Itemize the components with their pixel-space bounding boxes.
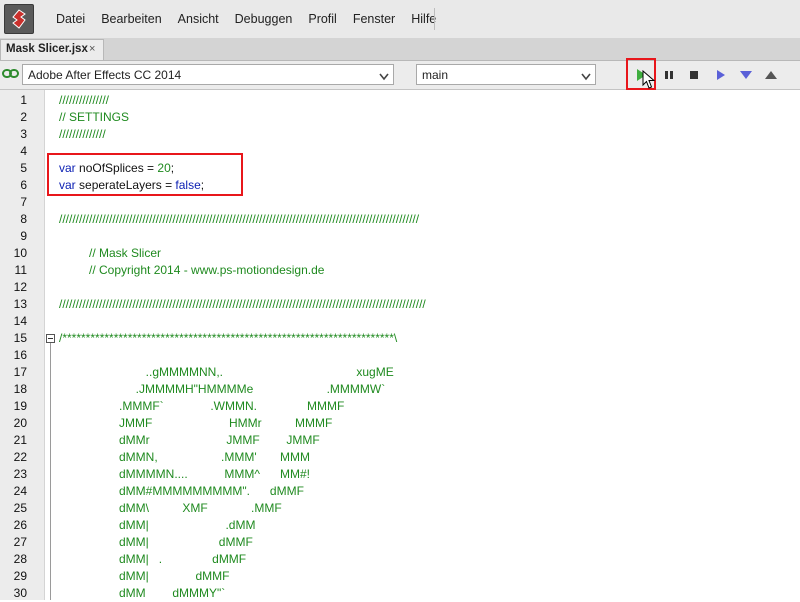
code-editor[interactable]: 1 2 3 4 5 6 7 8 9 10 11 12 13 14 15 16 17 18 19 20 21 22 23 24 2… bbox=[0, 90, 800, 600]
menu-item-debuggen[interactable]: Debuggen bbox=[227, 0, 301, 38]
link-icon[interactable] bbox=[2, 68, 20, 83]
step-out-button[interactable] bbox=[762, 66, 780, 84]
line-number: 6 bbox=[20, 178, 27, 192]
line-number: 5 bbox=[20, 161, 27, 175]
line-number: 16 bbox=[13, 348, 27, 362]
engine-value: main bbox=[422, 68, 449, 82]
line-number: 1 bbox=[20, 93, 27, 107]
code-line: // Mask Slicer bbox=[59, 246, 162, 260]
line-number-gutter: 1 2 3 4 5 6 7 8 9 10 11 12 13 14 15 16 17 18 19 20 21 22 23 24 2… bbox=[0, 90, 45, 600]
line-number: 15 bbox=[13, 331, 27, 345]
line-number: 8 bbox=[20, 212, 27, 226]
menu-bar: Datei Bearbeiten Ansicht Debuggen Profil… bbox=[0, 0, 800, 39]
code-line: ..gMMMMNN,. xugME bbox=[59, 365, 394, 379]
fold-guide-line bbox=[50, 343, 51, 600]
line-number: 12 bbox=[13, 280, 27, 294]
toolbar: Adobe After Effects CC 2014 main bbox=[0, 58, 800, 90]
line-number: 18 bbox=[13, 382, 27, 396]
code-line: // Copyright 2014 - www.ps-motiondesign.… bbox=[59, 263, 325, 277]
mouse-cursor-icon bbox=[642, 70, 656, 89]
code-line: .JMMMMH"HMMMMe .MMMMW` bbox=[59, 382, 386, 396]
line-number: 26 bbox=[13, 518, 27, 532]
close-tab-icon[interactable]: × bbox=[89, 43, 95, 55]
code-line: JMMF HMMr MMMF bbox=[59, 416, 333, 430]
line-number: 22 bbox=[13, 450, 27, 464]
step-over-icon bbox=[717, 70, 725, 80]
line-number: 23 bbox=[13, 467, 27, 481]
line-number: 28 bbox=[13, 552, 27, 566]
line-number: 2 bbox=[20, 110, 27, 124]
line-number: 9 bbox=[20, 229, 27, 243]
code-line: // SETTINGS bbox=[59, 110, 130, 124]
line-number: 14 bbox=[13, 314, 27, 328]
target-application-dropdown[interactable]: Adobe After Effects CC 2014 bbox=[22, 64, 394, 85]
line-number: 25 bbox=[13, 501, 27, 515]
pause-button[interactable] bbox=[660, 66, 678, 84]
line-number: 20 bbox=[13, 416, 27, 430]
line-number: 19 bbox=[13, 399, 27, 413]
target-application-value: Adobe After Effects CC 2014 bbox=[28, 68, 182, 82]
menu-item-profil[interactable]: Profil bbox=[300, 0, 344, 38]
collapse-icon[interactable] bbox=[46, 334, 55, 343]
step-into-icon bbox=[740, 71, 752, 79]
settings-highlight bbox=[47, 153, 243, 196]
line-number: 10 bbox=[13, 246, 27, 260]
step-out-icon bbox=[765, 71, 777, 79]
chevron-down-icon bbox=[379, 70, 389, 84]
line-number: 30 bbox=[13, 586, 27, 600]
line-number: 17 bbox=[13, 365, 27, 379]
code-line: ////////////////////////////////////////… bbox=[59, 297, 426, 311]
line-number: 11 bbox=[14, 263, 27, 277]
code-line: dMM\ XMF .MMF bbox=[59, 501, 282, 515]
code-line: dMM| .dMM bbox=[59, 518, 256, 532]
code-line: dMMN, .MMM' MMM bbox=[59, 450, 310, 464]
line-number: 29 bbox=[13, 569, 27, 583]
code-line: ////////////////////////////////////////… bbox=[59, 212, 420, 226]
line-number: 7 bbox=[20, 195, 27, 209]
code-line: dMM dMMMY"` bbox=[59, 586, 226, 600]
code-line: .MMMF` .WMMN. MMMF bbox=[59, 399, 345, 413]
menu-items: Datei Bearbeiten Ansicht Debuggen Profil… bbox=[48, 0, 444, 38]
line-number: 27 bbox=[13, 535, 27, 549]
line-number: 13 bbox=[13, 297, 27, 311]
app-logo-icon[interactable] bbox=[4, 4, 34, 34]
code-line: dMMMMN.... MMM^ MM#! bbox=[59, 467, 310, 481]
line-number: 21 bbox=[13, 433, 27, 447]
menu-item-hilfe[interactable]: Hilfe bbox=[403, 0, 444, 38]
step-into-button[interactable] bbox=[737, 66, 755, 84]
tab-label: Mask Slicer.jsx bbox=[6, 43, 88, 55]
line-number: 24 bbox=[13, 484, 27, 498]
menu-item-fenster[interactable]: Fenster bbox=[345, 0, 403, 38]
stop-icon bbox=[690, 71, 698, 79]
menu-item-datei[interactable]: Datei bbox=[48, 0, 93, 38]
tab-mask-slicer[interactable]: Mask Slicer.jsx × bbox=[0, 39, 104, 60]
code-line: dMM| . dMMF bbox=[59, 552, 247, 566]
engine-dropdown[interactable]: main bbox=[416, 64, 596, 85]
code-line: ////////////// bbox=[59, 127, 106, 141]
code-line: /***************************************… bbox=[59, 331, 398, 345]
document-tab-strip: Mask Slicer.jsx × bbox=[0, 38, 800, 61]
menu-item-ansicht[interactable]: Ansicht bbox=[170, 0, 227, 38]
menu-separator bbox=[434, 8, 435, 30]
menu-item-bearbeiten[interactable]: Bearbeiten bbox=[93, 0, 169, 38]
step-over-button[interactable] bbox=[712, 66, 730, 84]
code-line: dMM#MMMMMMMMM". dMMF bbox=[59, 484, 304, 498]
stop-button[interactable] bbox=[685, 66, 703, 84]
chevron-down-icon bbox=[581, 70, 591, 84]
code-line: dMM| dMMF bbox=[59, 569, 230, 583]
line-number: 4 bbox=[20, 144, 27, 158]
code-line: /////////////// bbox=[59, 93, 110, 107]
code-line: dMMr JMMF JMMF bbox=[59, 433, 320, 447]
pause-icon bbox=[665, 71, 673, 79]
code-line: dMM| dMMF bbox=[59, 535, 253, 549]
line-number: 3 bbox=[20, 127, 27, 141]
